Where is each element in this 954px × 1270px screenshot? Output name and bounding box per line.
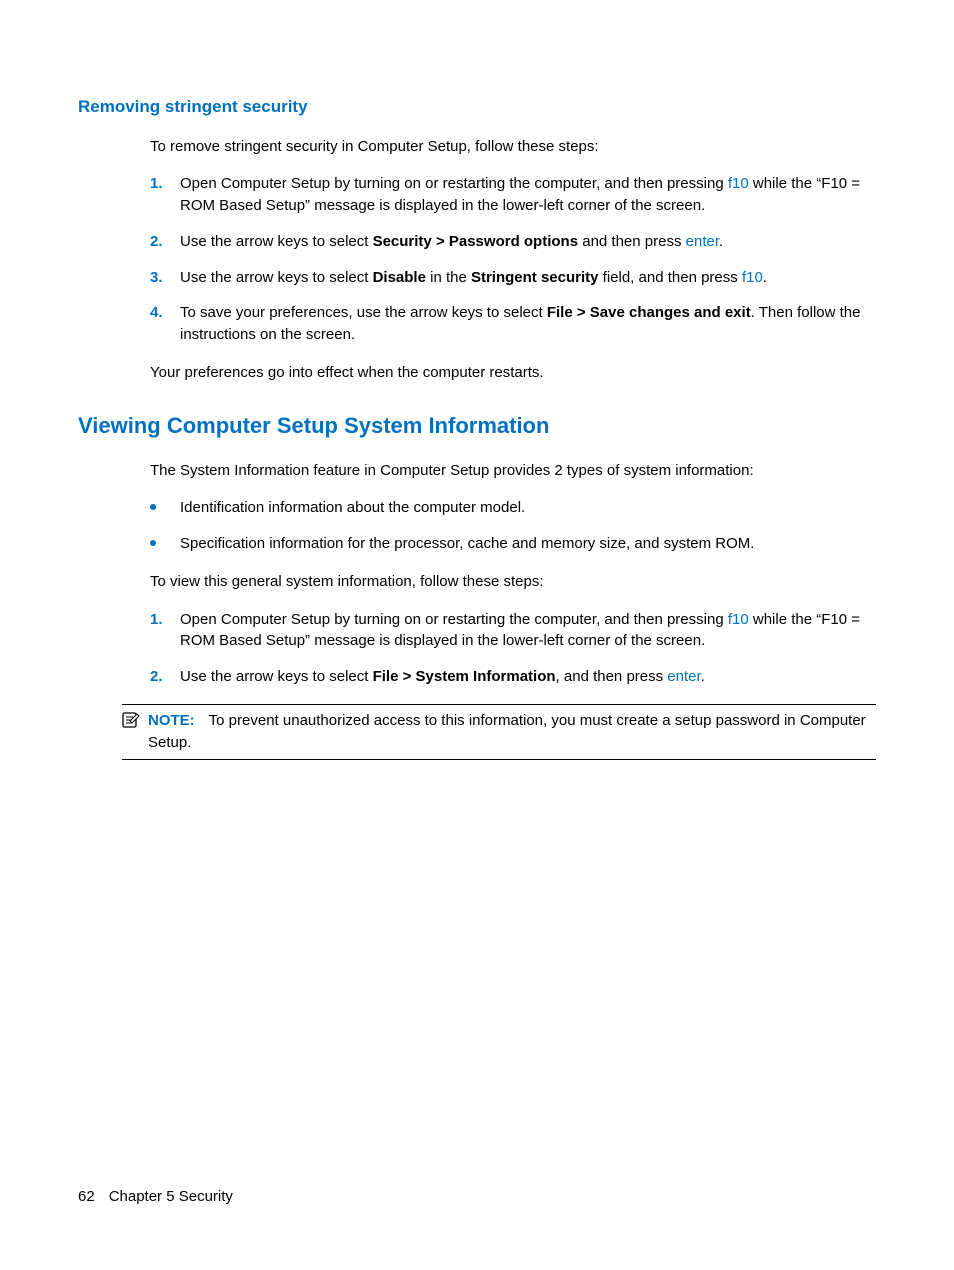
bullet-icon bbox=[150, 501, 180, 516]
step-content: Use the arrow keys to select File > Syst… bbox=[180, 666, 876, 688]
key-f10: f10 bbox=[728, 175, 749, 192]
intro-text: To remove stringent security in Computer… bbox=[150, 136, 876, 158]
bullet-icon bbox=[150, 537, 180, 552]
page-footer: 62 Chapter 5 Security bbox=[78, 1186, 233, 1208]
step-number: 3. bbox=[150, 267, 180, 289]
key-f10: f10 bbox=[742, 269, 763, 286]
note-icon bbox=[122, 712, 140, 735]
chapter-label: Chapter 5 Security bbox=[109, 1188, 233, 1205]
step-4: 4. To save your preferences, use the arr… bbox=[150, 302, 876, 346]
note-box: NOTE:To prevent unauthorized access to t… bbox=[122, 704, 876, 761]
step-content: Open Computer Setup by turning on or res… bbox=[180, 609, 876, 653]
step-2: 2. Use the arrow keys to select File > S… bbox=[150, 666, 876, 688]
note-label: NOTE: bbox=[148, 712, 195, 729]
section-heading-viewing: Viewing Computer Setup System Informatio… bbox=[78, 410, 876, 442]
steps-list-2: 1. Open Computer Setup by turning on or … bbox=[150, 609, 876, 688]
step-content: Use the arrow keys to select Security > … bbox=[180, 231, 876, 253]
step-1: 1. Open Computer Setup by turning on or … bbox=[150, 173, 876, 217]
list-item: Identification information about the com… bbox=[150, 497, 876, 519]
bullet-list: Identification information about the com… bbox=[150, 497, 876, 555]
key-enter: enter bbox=[686, 233, 719, 250]
step-number: 2. bbox=[150, 231, 180, 253]
list-item: Specification information for the proces… bbox=[150, 533, 876, 555]
step-3: 3. Use the arrow keys to select Disable … bbox=[150, 267, 876, 289]
key-f10: f10 bbox=[728, 611, 749, 628]
intro-text-2: The System Information feature in Comput… bbox=[150, 460, 876, 482]
note-content: NOTE:To prevent unauthorized access to t… bbox=[148, 710, 876, 754]
step-1: 1. Open Computer Setup by turning on or … bbox=[150, 609, 876, 653]
outro-text: Your preferences go into effect when the… bbox=[150, 362, 876, 384]
section-heading-removing: Removing stringent security bbox=[78, 95, 876, 120]
key-enter: enter bbox=[667, 668, 700, 685]
step-content: To save your preferences, use the arrow … bbox=[180, 302, 876, 346]
step-number: 1. bbox=[150, 173, 180, 217]
step-number: 4. bbox=[150, 302, 180, 346]
step-2: 2. Use the arrow keys to select Security… bbox=[150, 231, 876, 253]
page-number: 62 bbox=[78, 1188, 95, 1205]
steps-list-1: 1. Open Computer Setup by turning on or … bbox=[150, 173, 876, 346]
step-content: Use the arrow keys to select Disable in … bbox=[180, 267, 876, 289]
step-number: 2. bbox=[150, 666, 180, 688]
step-number: 1. bbox=[150, 609, 180, 653]
step-content: Open Computer Setup by turning on or res… bbox=[180, 173, 876, 217]
intro-text-3: To view this general system information,… bbox=[150, 571, 876, 593]
